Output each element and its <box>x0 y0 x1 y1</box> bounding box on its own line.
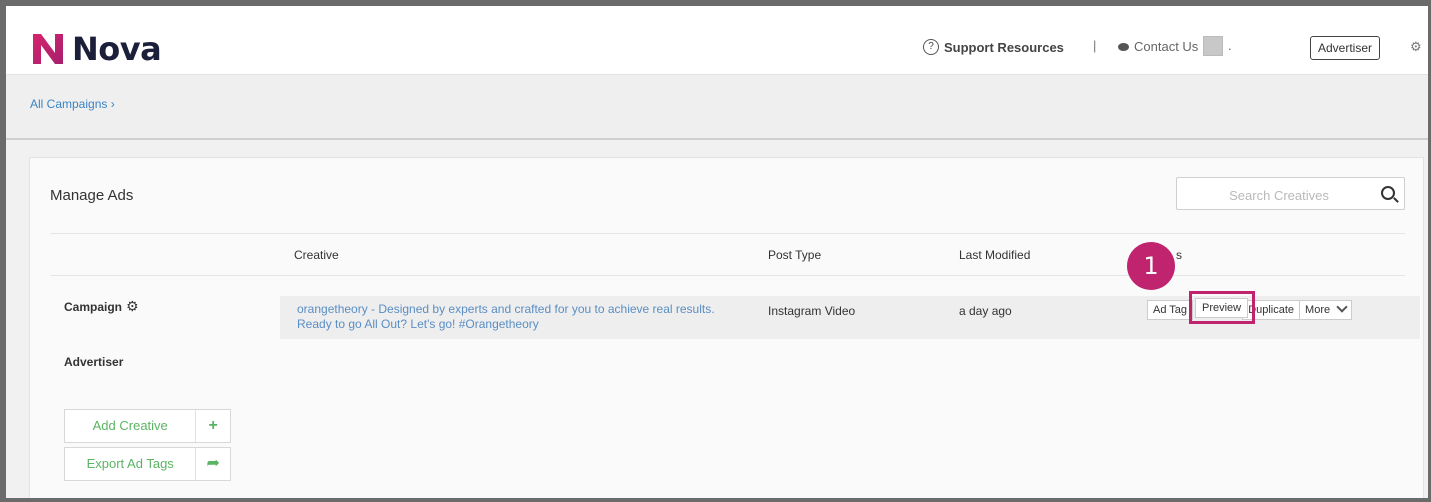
manage-ads-panel: Manage Ads Creative Post Type Last Modif… <box>29 157 1424 502</box>
add-creative-label: Add Creative <box>92 418 168 433</box>
share-arrow-icon: ➦ <box>195 448 230 480</box>
ad-tag-button[interactable]: Ad Tag <box>1147 300 1194 320</box>
table-header-top-border <box>50 233 1405 234</box>
export-ad-tags-label: Export Ad Tags <box>86 456 174 471</box>
help-circle-icon: ? <box>923 39 939 55</box>
column-header-actions: s <box>1176 248 1182 262</box>
plus-icon: + <box>195 410 230 442</box>
campaign-gear-icon[interactable]: ⚙ <box>126 298 139 314</box>
chat-bubble-icon <box>1118 42 1129 51</box>
support-resources-link[interactable]: ? Support Resources <box>923 39 1064 55</box>
top-header: Nova ? Support Resources | Contact Us . … <box>6 24 1428 75</box>
advertiser-label: Advertiser <box>64 355 124 369</box>
column-header-creative: Creative <box>294 248 339 262</box>
nova-logo-icon <box>33 34 63 64</box>
settings-gear-icon[interactable]: ⚙ <box>1410 39 1422 55</box>
logo-text: Nova <box>72 30 162 68</box>
table-header-bottom-border <box>50 275 1405 276</box>
page-title: Manage Ads <box>50 187 134 204</box>
step-number-badge: 1 <box>1127 242 1175 290</box>
nova-logo[interactable]: Nova <box>30 30 162 68</box>
contact-us-link[interactable]: Contact Us <box>1118 39 1198 54</box>
chevron-down-icon <box>1336 301 1348 313</box>
advertiser-role-button[interactable]: Advertiser <box>1310 36 1381 60</box>
breadcrumb-bar: All Campaigns › <box>6 75 1428 140</box>
column-header-post-type: Post Type <box>768 248 822 262</box>
more-dropdown-button[interactable]: More <box>1299 300 1353 320</box>
user-avatar[interactable] <box>1203 36 1223 56</box>
search-box <box>1176 177 1405 210</box>
preview-highlight-box: Preview <box>1189 291 1255 324</box>
column-header-last-modified: Last Modified <box>959 248 1031 262</box>
support-label: Support Resources <box>944 39 1064 55</box>
last-modified-cell: a day ago <box>959 304 1012 318</box>
user-name: . <box>1228 38 1232 53</box>
creative-link[interactable]: orangetheory - Designed by experts and c… <box>297 302 727 332</box>
campaign-label-text: Campaign <box>64 300 123 314</box>
more-label: More <box>1305 304 1331 316</box>
search-icon[interactable] <box>1381 186 1395 200</box>
campaign-label: Campaign ⚙ <box>64 298 139 315</box>
contact-label: Contact Us <box>1134 39 1199 54</box>
breadcrumb-all-campaigns[interactable]: All Campaigns › <box>30 97 115 111</box>
post-type-cell: Instagram Video <box>768 304 856 318</box>
preview-button[interactable]: Preview <box>1195 298 1249 318</box>
header-separator: | <box>1093 38 1097 53</box>
add-creative-button[interactable]: Add Creative + <box>64 409 231 443</box>
search-input[interactable] <box>1187 184 1371 206</box>
export-ad-tags-button[interactable]: Export Ad Tags ➦ <box>64 447 231 481</box>
